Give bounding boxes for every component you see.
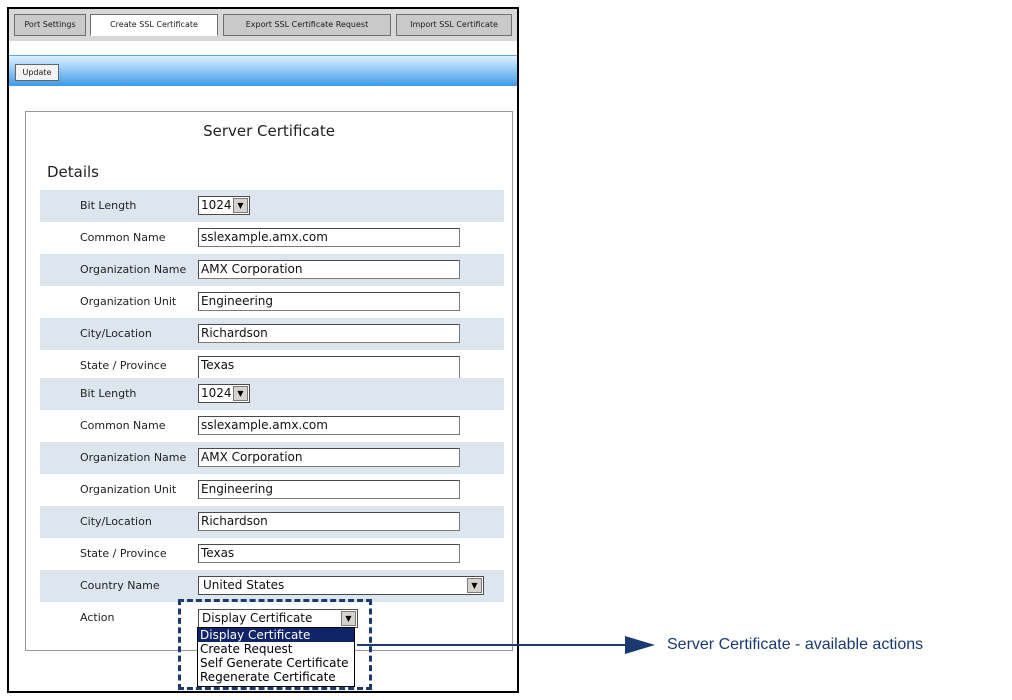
callout-text: Server Certificate - available actions [667,636,924,653]
city-row: City/Location Richardson [40,506,504,538]
common-name-row: Common Name sslexample.amx.com [40,222,504,254]
organization-name-label: Organization Name [80,451,187,464]
update-button[interactable]: Update [15,64,59,81]
state-input[interactable]: Texas [198,544,460,563]
tab-export-ssl-certificate-request[interactable]: Export SSL Certificate Request [223,14,391,36]
bit-length-label: Bit Length [80,387,137,400]
chevron-down-icon[interactable]: ▼ [233,386,248,401]
callout-line [357,644,637,646]
chevron-down-icon[interactable]: ▼ [233,198,248,213]
panel-title: Server Certificate [203,122,335,140]
organization-unit-row: Organization Unit Engineering [40,286,504,318]
organization-name-row: Organization Name AMX Corporation [40,442,504,474]
tab-import-ssl-certificate[interactable]: Import SSL Certificate [396,14,512,36]
common-name-label: Common Name [80,231,166,244]
arrow-left-icon [625,636,655,654]
organization-name-input[interactable]: AMX Corporation [198,260,460,279]
organization-unit-input[interactable]: Engineering [198,292,460,311]
common-name-input[interactable]: sslexample.amx.com [198,228,460,247]
common-name-row: Common Name sslexample.amx.com [40,410,504,442]
bit-length-row: Bit Length 1024 ▼ [40,190,504,222]
bit-length-select[interactable]: 1024 ▼ [198,196,250,215]
bit-length-select[interactable]: 1024 ▼ [198,384,250,403]
organization-name-row: Organization Name AMX Corporation [40,254,504,286]
organization-unit-label: Organization Unit [80,295,177,308]
organization-unit-label: Organization Unit [80,483,177,496]
bit-length-row: Bit Length 1024 ▼ [40,378,504,410]
organization-unit-row: Organization Unit Engineering [40,474,504,506]
city-row: City/Location Richardson [40,318,504,350]
common-name-label: Common Name [80,419,166,432]
city-input[interactable]: Richardson [198,324,460,343]
chevron-down-icon[interactable]: ▼ [467,578,482,593]
bit-length-value: 1024 [201,198,232,212]
state-row: State / Province Texas [40,350,504,378]
highlight-dashed-box [178,599,372,690]
tab-bar: Port Settings Create SSL Certificate Exp… [9,9,517,41]
tab-port-settings[interactable]: Port Settings [14,14,86,36]
tab-create-ssl-certificate[interactable]: Create SSL Certificate [90,14,218,36]
bit-length-label: Bit Length [80,199,137,212]
action-label: Action [80,611,115,624]
state-row: State / Province Texas [40,538,504,570]
city-label: City/Location [80,515,152,528]
common-name-input[interactable]: sslexample.amx.com [198,416,460,435]
organization-name-label: Organization Name [80,263,187,276]
bit-length-value: 1024 [201,386,232,400]
details-heading: Details [47,163,100,181]
organization-name-input[interactable]: AMX Corporation [198,448,460,467]
country-select[interactable]: United States ▼ [198,576,484,595]
country-row: Country Name United States ▼ [40,570,504,602]
state-input[interactable]: Texas [198,356,460,378]
city-label: City/Location [80,327,152,340]
server-certificate-panel: Server Certificate Details Bit Length 10… [25,111,513,651]
toolbar: Update [9,55,517,86]
city-input[interactable]: Richardson [198,512,460,531]
state-label: State / Province [80,547,167,560]
country-label: Country Name [80,579,160,592]
browser-frame: Port Settings Create SSL Certificate Exp… [7,7,519,693]
state-label: State / Province [80,359,167,372]
country-value: United States [203,578,285,592]
organization-unit-input[interactable]: Engineering [198,480,460,499]
